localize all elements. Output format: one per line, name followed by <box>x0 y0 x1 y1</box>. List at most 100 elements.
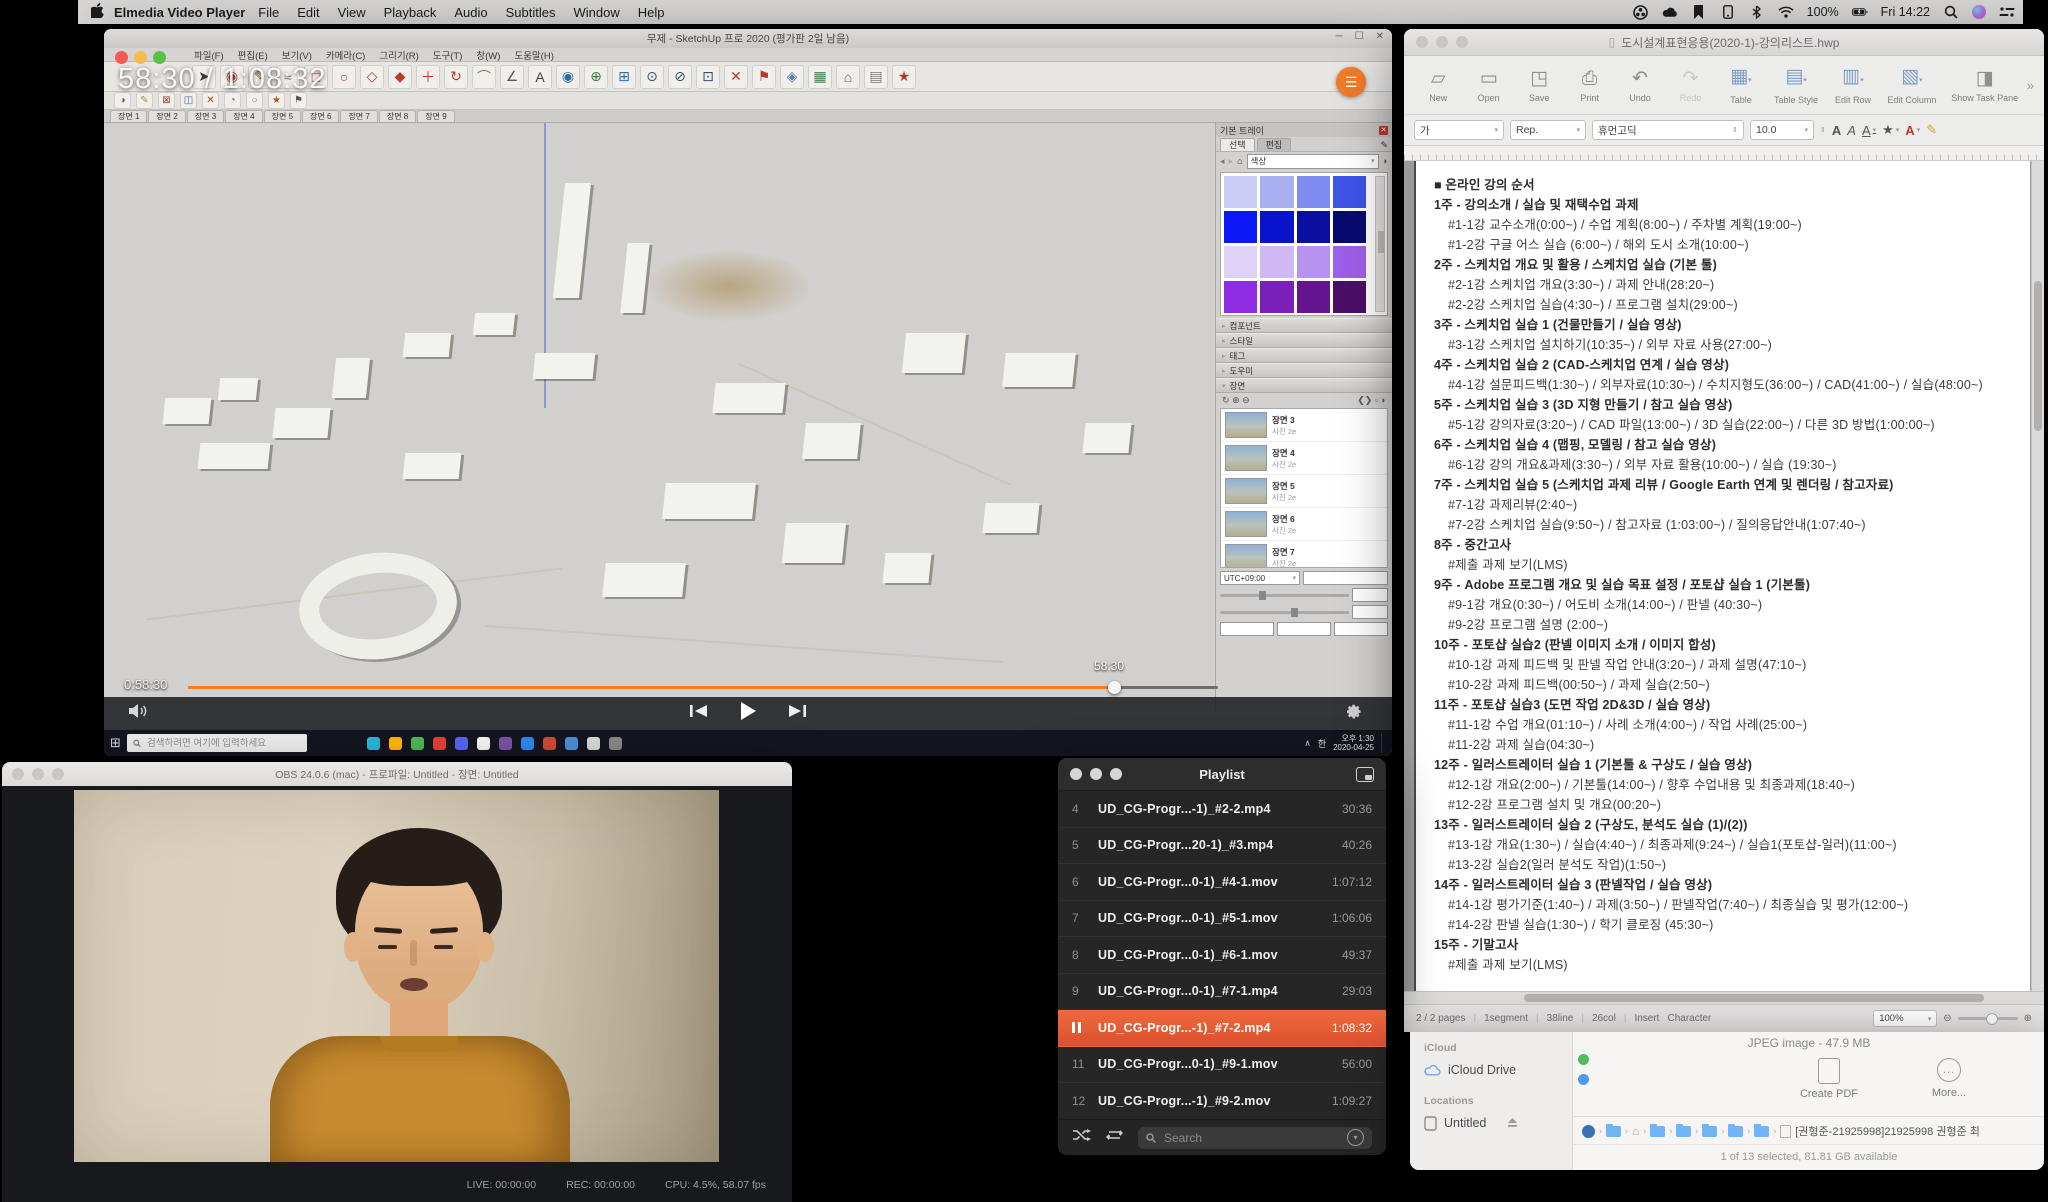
minimize-traffic-light[interactable] <box>1436 36 1448 48</box>
taskbar-app-icon[interactable] <box>543 737 556 750</box>
toolbar-overflow-button[interactable]: » <box>2027 78 2034 93</box>
minimize-traffic-light[interactable] <box>1090 768 1102 780</box>
scene-list-item[interactable]: 장면 7사진 2e <box>1221 541 1387 568</box>
taskbar-app-icon[interactable] <box>499 737 512 750</box>
bookmark-icon[interactable] <box>1691 4 1707 20</box>
repeat-icon[interactable] <box>1105 1128 1124 1147</box>
zoom-traffic-light[interactable] <box>1456 36 1468 48</box>
taskbar-clock[interactable]: 오후 1:30 2020-04-25 <box>1333 734 1374 752</box>
character-mode[interactable]: Character <box>1667 1013 1711 1024</box>
color-swatch[interactable] <box>1224 281 1257 313</box>
document-page[interactable]: ■ 온라인 강의 순서1주 - 강의소개 / 실습 및 재택수업 과제#1-1강… <box>1414 161 2030 991</box>
color-swatch[interactable] <box>1260 211 1293 243</box>
color-swatch[interactable] <box>1224 211 1257 243</box>
playlist-row[interactable]: 11 UD_CG-Progr...0-1)_#9-1.mov 56:00 <box>1058 1047 1386 1084</box>
playlist-row[interactable]: 4 UD_CG-Progr...-1)_#2-2.mp4 30:36 <box>1058 791 1386 828</box>
tray-section-collapsed[interactable]: ▸ 컴포넌트 <box>1216 318 1392 333</box>
time-slider[interactable] <box>1220 594 1349 597</box>
playlist-row[interactable]: 12 UD_CG-Progr...-1)_#9-2.mov 1:09:27 <box>1058 1083 1386 1119</box>
font-size-dropdown[interactable]: 10.0▾ <box>1750 120 1814 140</box>
print-button[interactable]: ⎙Print <box>1565 68 1613 103</box>
color-swatch[interactable] <box>1297 246 1330 278</box>
windows-start-icon[interactable]: ⊞ <box>110 735 121 751</box>
color-swatch[interactable] <box>1297 176 1330 208</box>
scene-list-item[interactable]: 장면 5사진 2e <box>1221 475 1387 508</box>
taskbar-app-icon[interactable] <box>367 737 380 750</box>
menu-item[interactable]: View <box>329 5 375 20</box>
redo-button[interactable]: ↷Redo <box>1666 68 1714 103</box>
previous-button[interactable] <box>690 704 708 723</box>
tray-section-scenes[interactable]: ▾ 장면 <box>1216 378 1392 393</box>
ime-indicator[interactable]: 한 <box>1318 737 1326 750</box>
scrollbar-thumb[interactable] <box>2034 281 2042 431</box>
seek-handle[interactable] <box>1108 681 1121 694</box>
player-menu-button[interactable]: ☰ <box>1336 67 1366 97</box>
wifi-icon[interactable] <box>1778 4 1794 20</box>
menu-item[interactable]: Audio <box>445 5 496 20</box>
notification-edge[interactable] <box>1381 733 1386 753</box>
taskbar-app-icon[interactable] <box>455 737 468 750</box>
menu-item[interactable]: File <box>249 5 288 20</box>
color-swatch[interactable] <box>1333 246 1366 278</box>
refresh-icon[interactable]: ↻ <box>1222 395 1230 405</box>
font-dropdown[interactable]: 휴먼고딕⇕ <box>1592 120 1744 140</box>
menu-item[interactable]: Subtitles <box>497 5 565 20</box>
taskbar-app-icon[interactable] <box>477 737 490 750</box>
text-effect-button[interactable]: ★▾ <box>1882 122 1899 138</box>
seek-bar[interactable] <box>188 686 1218 689</box>
home-icon[interactable]: ⌂ <box>1237 156 1242 166</box>
search-filter-icon[interactable]: ▾ <box>1347 1129 1364 1146</box>
edit-row-button[interactable]: ▥▾Edit Row <box>1827 66 1879 105</box>
color-swatch[interactable] <box>1224 176 1257 208</box>
taskbar-app-icon[interactable] <box>521 737 534 750</box>
edit-column-button[interactable]: ▧▾Edit Column <box>1881 66 1943 105</box>
forward-arrow-icon[interactable]: ▸ <box>1229 156 1234 167</box>
taskbar-app-icon[interactable] <box>565 737 578 750</box>
panel-toggle-icon[interactable]: ◗ <box>1381 395 1386 405</box>
player-settings-icon[interactable] <box>1347 704 1362 724</box>
size-stepper[interactable]: ⇕ <box>1820 126 1826 134</box>
taskbar-app-icon[interactable] <box>411 737 424 750</box>
create-pdf-button[interactable]: Create PDF <box>1794 1058 1864 1100</box>
scene-list-item[interactable]: 장면 4사진 2e <box>1221 442 1387 475</box>
drive-icon[interactable] <box>1582 1125 1595 1138</box>
timezone-dropdown[interactable]: UTC+09:00 ▾ <box>1220 571 1300 585</box>
next-button[interactable] <box>788 704 806 723</box>
color-swatch[interactable] <box>1260 281 1293 313</box>
taskbar-app-icon[interactable] <box>433 737 446 750</box>
path-file-name[interactable]: [권형준-21925998]21925998 권형준 최 <box>1795 1123 1980 1139</box>
tray-close-icon[interactable]: ✕ <box>1379 126 1388 135</box>
scene-list-item[interactable]: 장면 3사진 2e <box>1221 409 1387 442</box>
color-swatch[interactable] <box>1297 211 1330 243</box>
tray-section-collapsed[interactable]: ▸ 스타일 <box>1216 333 1392 348</box>
zoom-traffic-light[interactable] <box>1110 768 1122 780</box>
tray-section-collapsed[interactable]: ▸ 도우미 <box>1216 363 1392 378</box>
table-style-button[interactable]: ▤▾Table Style <box>1767 66 1825 105</box>
windows-search-input[interactable] <box>145 737 301 750</box>
control-center-icon[interactable] <box>1999 4 2015 20</box>
tray-tab-select[interactable]: 선택 <box>1220 138 1255 151</box>
obs-status-icon[interactable] <box>1633 4 1649 20</box>
remove-icon[interactable]: ⊖ <box>1242 395 1250 405</box>
menu-clock[interactable]: Fri 14:22 <box>1881 5 1930 19</box>
back-arrow-icon[interactable]: ◂ <box>1220 156 1225 167</box>
folder-icon[interactable] <box>1702 1126 1717 1137</box>
details-icon[interactable]: ▫ <box>1375 395 1378 405</box>
home-folder-icon[interactable]: ⌂ <box>1632 1124 1639 1138</box>
pip-icon[interactable] <box>1356 767 1374 782</box>
siri-icon[interactable] <box>1972 5 1986 19</box>
color-swatch[interactable] <box>1260 176 1293 208</box>
close-traffic-light[interactable] <box>12 768 24 780</box>
zoom-out-icon[interactable]: ⊖ <box>1943 1013 1951 1024</box>
menu-item[interactable]: Window <box>564 5 628 20</box>
show-task-pane-button[interactable]: ◨Show Task Pane <box>1945 68 2025 103</box>
folder-icon[interactable] <box>1650 1126 1665 1137</box>
eject-icon[interactable] <box>1507 1118 1518 1128</box>
playlist-row[interactable]: 7 UD_CG-Progr...0-1)_#5-1.mov 1:06:06 <box>1058 901 1386 938</box>
color-swatch[interactable] <box>1224 246 1257 278</box>
minimize-traffic-light[interactable] <box>32 768 44 780</box>
add-icon[interactable]: ⊕ <box>1232 395 1240 405</box>
color-swatch[interactable] <box>1297 281 1330 313</box>
paint-sample-icon[interactable]: ◗ <box>1383 156 1388 166</box>
italic-button[interactable]: A <box>1847 123 1856 138</box>
